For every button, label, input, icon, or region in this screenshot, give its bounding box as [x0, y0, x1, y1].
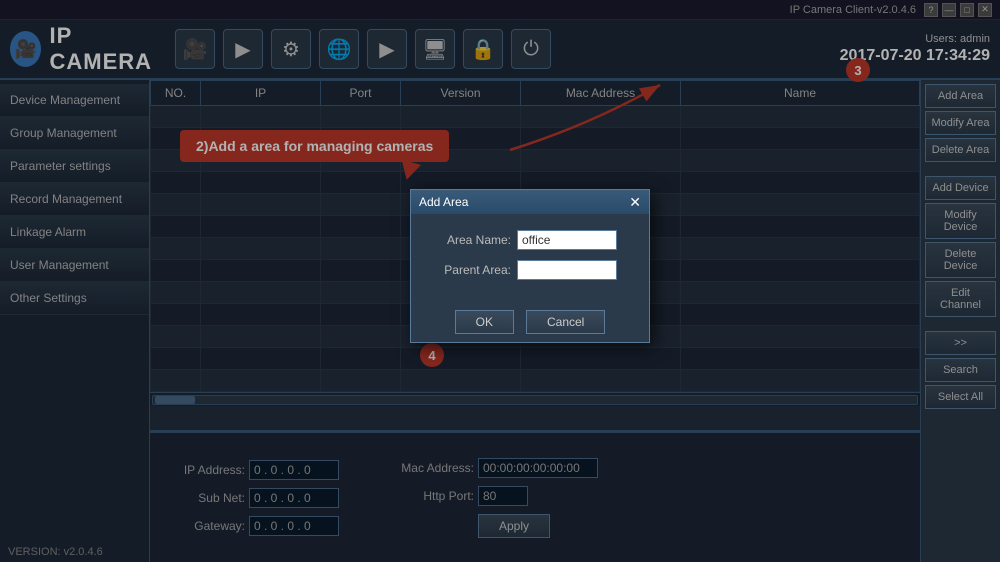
- dialog-body: Area Name: Parent Area:: [411, 214, 649, 302]
- dialog-buttons: OK Cancel: [411, 302, 649, 342]
- area-name-label: Area Name:: [431, 233, 511, 247]
- dialog-close-button[interactable]: ✕: [629, 195, 641, 209]
- area-name-row: Area Name:: [431, 230, 629, 250]
- dialog-cancel-button[interactable]: Cancel: [526, 310, 605, 334]
- dialog-title-bar: Add Area ✕: [411, 190, 649, 214]
- dialog-overlay: Add Area ✕ Area Name: Parent Area: OK Ca…: [0, 0, 1000, 562]
- dialog-title: Add Area: [419, 195, 468, 209]
- area-name-input[interactable]: [517, 230, 617, 250]
- add-area-dialog: Add Area ✕ Area Name: Parent Area: OK Ca…: [410, 189, 650, 343]
- parent-area-label: Parent Area:: [431, 263, 511, 277]
- parent-area-row: Parent Area:: [431, 260, 629, 280]
- dialog-ok-button[interactable]: OK: [455, 310, 514, 334]
- parent-area-input[interactable]: [517, 260, 617, 280]
